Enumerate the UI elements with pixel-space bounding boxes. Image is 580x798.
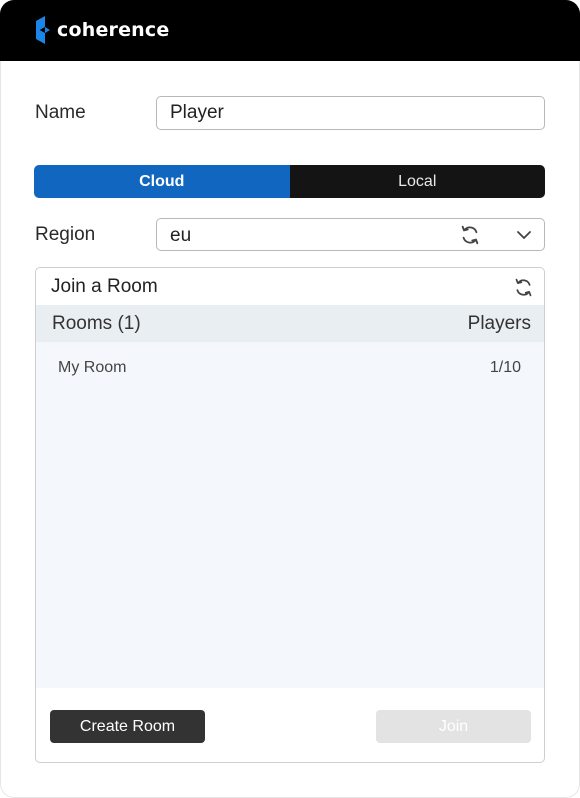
create-room-button[interactable]: Create Room (50, 710, 205, 743)
mode-toggle: Cloud Local (34, 165, 545, 198)
name-input[interactable] (156, 96, 545, 130)
room-players: 1/10 (489, 359, 521, 376)
join-button[interactable]: Join (376, 710, 531, 743)
refresh-rooms-icon[interactable] (513, 277, 534, 298)
brand-logo: coherence (34, 16, 169, 44)
name-label: Name (35, 102, 86, 123)
lobby-window: coherence Name Cloud Local Region eu Joi… (0, 0, 580, 798)
brand-name: coherence (57, 19, 170, 41)
coherence-logo-icon (36, 16, 50, 44)
chevron-down-icon[interactable] (515, 226, 533, 244)
panel-title: Join a Room (51, 276, 158, 297)
cloud-tab[interactable]: Cloud (34, 165, 290, 198)
region-value: eu (170, 225, 192, 246)
region-label: Region (35, 224, 96, 245)
region-dropdown[interactable]: eu (156, 218, 545, 251)
room-name: My Room (58, 359, 127, 376)
rooms-table-header: Rooms (1) Players (36, 305, 544, 342)
rooms-list: My Room 1/10 (36, 342, 544, 688)
header-bar: coherence (0, 0, 580, 61)
players-column-header: Players (467, 313, 531, 334)
rooms-column-header: Rooms (1) (52, 313, 141, 334)
rooms-panel: Join a Room Rooms (1) Players My Room 1/… (35, 267, 545, 763)
refresh-icon[interactable] (459, 224, 481, 246)
local-tab[interactable]: Local (289, 165, 545, 198)
table-row[interactable]: My Room 1/10 (36, 350, 544, 384)
